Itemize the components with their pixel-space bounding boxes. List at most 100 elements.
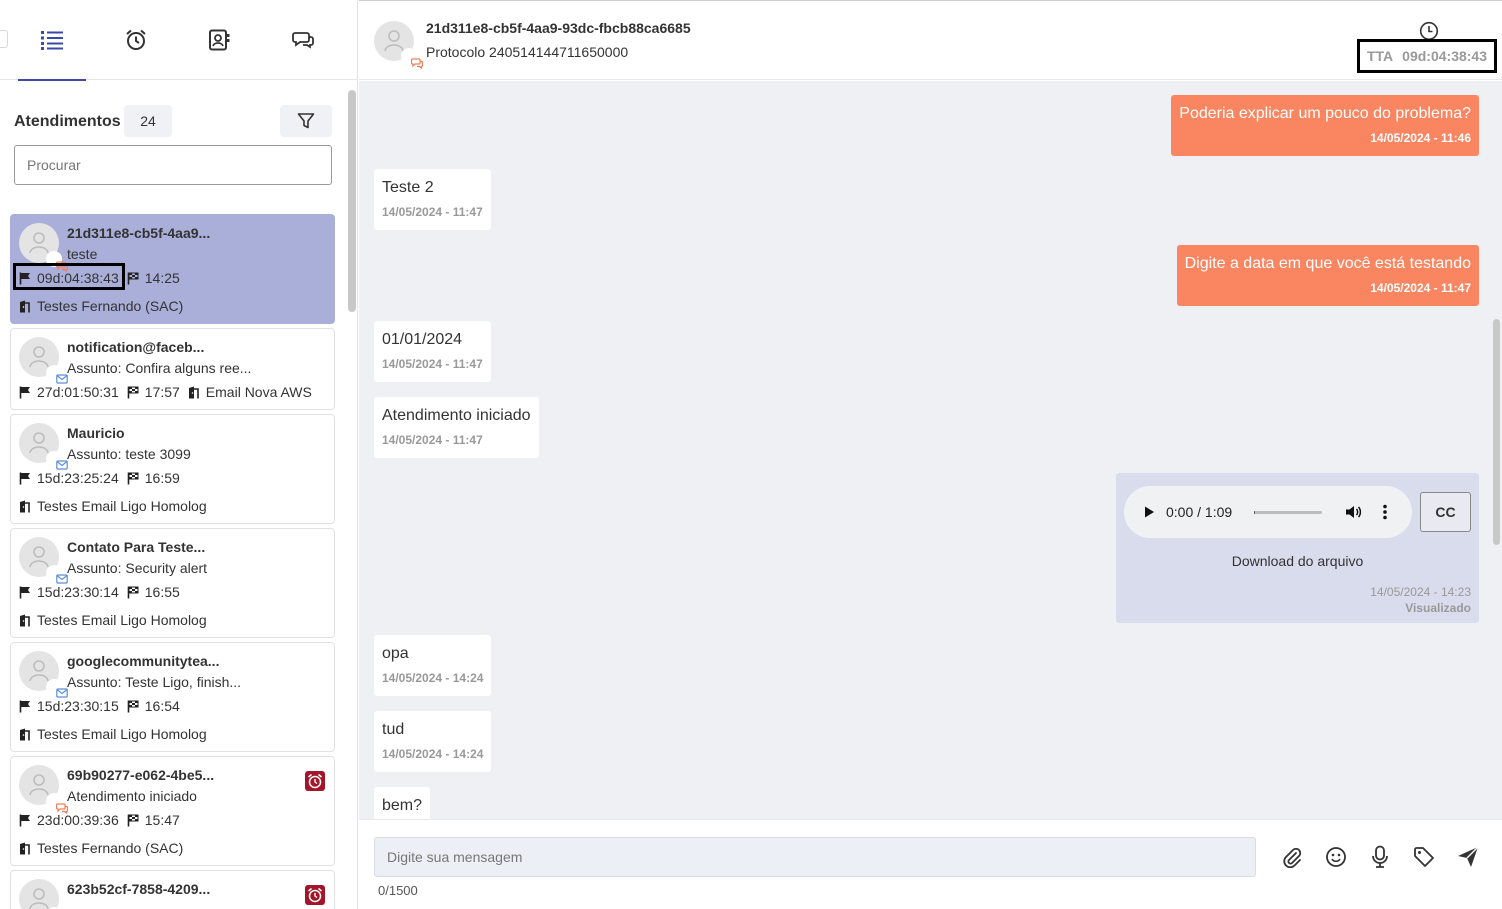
audio-progress-fill xyxy=(1254,511,1256,514)
contacts-icon xyxy=(209,29,230,51)
channel-badge xyxy=(46,365,68,384)
send-icon xyxy=(1458,846,1479,867)
chat-header: 21d311e8-cb5f-4aa9-93dc-fbcb88ca6685 Pro… xyxy=(359,0,1502,80)
card-meta: 15d:23:25:24 16:59 xyxy=(19,470,180,486)
checkered-flag-icon xyxy=(127,472,139,484)
avatar xyxy=(19,337,68,384)
message-timestamp: 14/05/2024 - 14:24 xyxy=(382,747,484,761)
card-meta: 15d:23:30:15 16:54 xyxy=(19,698,180,714)
user-placeholder-icon xyxy=(29,232,49,254)
avatar xyxy=(19,537,68,584)
user-placeholder-icon xyxy=(29,774,49,796)
conversation-card[interactable]: Mauricio Assunto: teste 3099 15d:23:25:24 1… xyxy=(10,414,335,524)
download-link[interactable]: Download do arquivo xyxy=(1116,553,1479,569)
protocol-number: Protocolo 240514144711650000 xyxy=(426,44,629,60)
user-placeholder-icon xyxy=(29,346,49,368)
avatar xyxy=(19,423,68,470)
conversation-card[interactable]: 623b52cf-7858-4209... xyxy=(10,870,335,909)
card-name: 69b90277-e062-4be5... xyxy=(67,767,215,783)
card-subtitle: Assunto: Teste Ligo, finish... xyxy=(67,674,242,690)
tab-list[interactable] xyxy=(18,0,86,81)
audio-player[interactable]: 0:00 / 1:09 xyxy=(1124,486,1412,538)
alarm-clock-icon xyxy=(308,887,322,903)
search-input[interactable] xyxy=(14,145,332,185)
channel-badge xyxy=(46,679,68,698)
tag-button[interactable] xyxy=(1411,844,1437,870)
tag-icon xyxy=(1414,847,1434,867)
tta-label: TTA xyxy=(1366,48,1394,64)
voice-record-button[interactable] xyxy=(1367,844,1393,870)
tab-chats[interactable] xyxy=(269,0,337,80)
more-options-icon[interactable] xyxy=(1382,503,1388,521)
clock-icon[interactable] xyxy=(1419,21,1439,41)
alarm-indicator[interactable] xyxy=(305,885,325,905)
audio-timestamp: 14/05/2024 - 14:23 Visualizado xyxy=(1370,584,1471,616)
channel-badge xyxy=(46,565,68,584)
checkered-flag-icon xyxy=(127,586,139,598)
message-timestamp: 14/05/2024 - 11:47 xyxy=(382,205,483,219)
avatar xyxy=(19,651,68,698)
emoji-button[interactable] xyxy=(1323,844,1349,870)
message-timestamp: 14/05/2024 - 14:24 xyxy=(382,671,484,685)
conversation-card[interactable]: 21d311e8-cb5f-4aa9... teste 09d:04:38:43 14… xyxy=(10,214,335,324)
incoming-message: bem? xyxy=(374,787,431,819)
card-queue: Testes Email Ligo Homolog xyxy=(19,726,207,742)
message-text: bem? xyxy=(382,797,423,814)
chat-channel-badge xyxy=(401,48,423,69)
audio-time-display: 0:00 / 1:09 xyxy=(1166,504,1233,520)
send-button[interactable] xyxy=(1455,844,1481,870)
checkered-flag-icon xyxy=(127,386,139,398)
alarm-clock-icon xyxy=(126,29,146,50)
checkered-flag-icon xyxy=(127,700,139,712)
user-placeholder-icon xyxy=(29,546,49,568)
last-message-time: 15:47 xyxy=(144,812,180,828)
flag-icon xyxy=(19,386,30,398)
incoming-message: tud 14/05/2024 - 14:24 xyxy=(374,711,492,772)
conversation-card[interactable]: googlecommunitytea... Assunto: Teste Ligo… xyxy=(10,642,335,752)
read-status: Visualizado xyxy=(1405,601,1471,615)
channel-badge xyxy=(46,451,68,470)
attach-button[interactable] xyxy=(1279,844,1305,870)
queue-name: Testes Fernando (SAC) xyxy=(37,840,184,856)
last-message-time: 14:25 xyxy=(144,270,180,286)
user-placeholder-icon xyxy=(29,660,49,682)
avatar xyxy=(374,21,423,69)
play-icon[interactable] xyxy=(1142,505,1156,519)
elapsed-time: 27d:01:50:31 xyxy=(37,384,119,400)
alarm-indicator[interactable] xyxy=(305,771,325,791)
queue-icon xyxy=(20,842,30,854)
contact-name: 21d311e8-cb5f-4aa9-93dc-fbcb88ca6685 xyxy=(426,20,691,36)
message-timestamp: 14/05/2024 - 11:46 xyxy=(1370,131,1471,145)
list-title: Atendimentos xyxy=(14,113,121,130)
flag-icon xyxy=(19,700,30,712)
card-subtitle: Assunto: Security alert xyxy=(67,560,208,576)
card-meta: 15d:23:30:14 16:55 xyxy=(19,584,180,600)
chat-channel-icon xyxy=(411,58,423,69)
conversation-card[interactable]: Contato Para Teste... Assunto: Security a… xyxy=(10,528,335,638)
last-message-time: 16:59 xyxy=(144,470,180,486)
chat-scrollbar[interactable] xyxy=(1493,319,1500,545)
message-text: opa xyxy=(382,645,409,662)
card-name: notification@faceb... xyxy=(67,339,205,355)
alarm-clock-icon xyxy=(308,773,322,789)
message-timestamp: 14/05/2024 - 11:47 xyxy=(1370,281,1471,295)
card-subtitle: Atendimento iniciado xyxy=(67,788,197,804)
user-placeholder-icon xyxy=(29,432,49,454)
queue-name: Testes Fernando (SAC) xyxy=(37,298,184,314)
filter-button[interactable] xyxy=(280,105,332,137)
outgoing-message: Poderia explicar um pouco do problema? 14… xyxy=(1171,95,1479,156)
volume-icon[interactable] xyxy=(1344,503,1362,521)
message-input[interactable] xyxy=(374,837,1256,877)
tab-alarms[interactable] xyxy=(102,0,170,80)
paperclip-icon xyxy=(1283,847,1302,868)
card-meta: 23d:00:39:36 15:47 xyxy=(19,812,180,828)
incoming-message: 01/01/2024 14/05/2024 - 11:47 xyxy=(374,321,491,382)
conversation-card[interactable]: 69b90277-e062-4be5... Atendimento iniciad… xyxy=(10,756,335,866)
captions-button[interactable]: CC xyxy=(1420,492,1471,532)
tab-contacts[interactable] xyxy=(185,0,253,80)
list-scrollbar[interactable] xyxy=(348,90,356,312)
message-timestamp: 14/05/2024 - 11:47 xyxy=(382,433,483,447)
conversation-card[interactable]: notification@faceb... Assunto: Confira al… xyxy=(10,328,335,410)
audio-progress-bar[interactable] xyxy=(1254,511,1322,514)
char-counter: 0/1500 xyxy=(378,883,418,898)
